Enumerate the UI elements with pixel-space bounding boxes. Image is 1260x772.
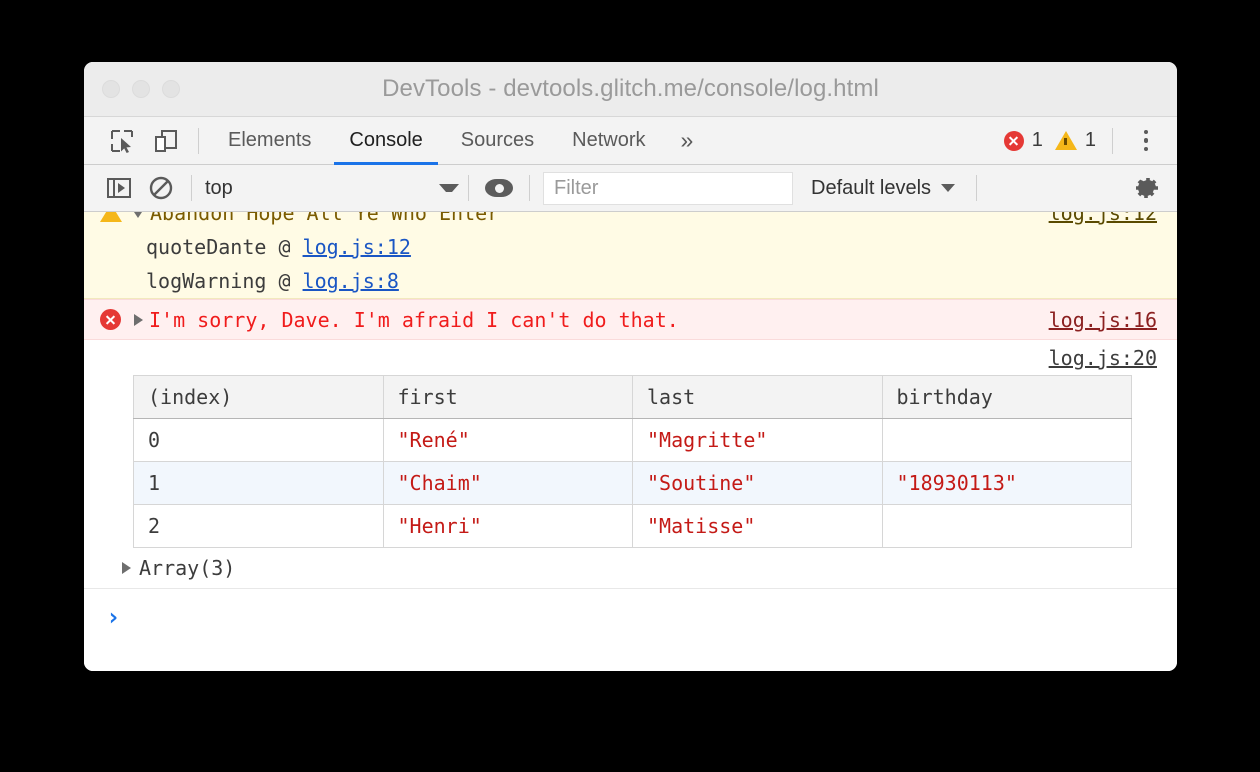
console-toolbar: top Filter Default levels — [84, 165, 1177, 212]
execution-context-selector[interactable]: top — [201, 177, 459, 200]
table-header-first[interactable]: first — [383, 376, 633, 419]
table-row[interactable]: 0 "René" "Magritte" — [134, 419, 1132, 462]
device-toolbar-icon[interactable] — [144, 121, 188, 161]
toolbar-divider — [1112, 128, 1113, 154]
error-message-source-link[interactable]: log.js:16 — [1049, 308, 1177, 332]
error-count-label: 1 — [1032, 129, 1043, 152]
table-message-source-link[interactable]: log.js:20 — [84, 346, 1177, 375]
disclosure-triangle-icon[interactable] — [122, 562, 131, 574]
warning-message-headline-clipped: Abandon Hope All Ye Who Enter log.js:12 — [84, 212, 1177, 230]
zoom-button[interactable] — [162, 80, 180, 98]
array-summary-row[interactable]: Array(3) — [84, 548, 1177, 589]
toolbar-divider — [529, 175, 530, 201]
warning-triangle-icon — [100, 212, 122, 222]
title-bar: DevTools - devtools.glitch.me/console/lo… — [84, 62, 1177, 117]
console-prompt[interactable]: › — [84, 589, 1177, 633]
execution-context-label: top — [205, 177, 233, 200]
error-circle-icon — [100, 309, 121, 330]
tab-elements-label: Elements — [228, 129, 311, 152]
disclosure-triangle-icon[interactable] — [134, 314, 143, 326]
tab-bar-right: 1 1 — [998, 124, 1163, 158]
devtools-tab-bar: Elements Console Sources Network » 1 1 — [84, 117, 1177, 165]
prompt-chevron-icon: › — [106, 603, 120, 631]
console-table-message: log.js:20 (index) first last birthday 0 … — [84, 340, 1177, 589]
inspect-element-icon[interactable] — [100, 121, 144, 161]
table-cell-index: 2 — [134, 505, 384, 548]
table-header-row: (index) first last birthday — [134, 376, 1132, 419]
table-header-index[interactable]: (index) — [134, 376, 384, 419]
chevron-down-icon — [439, 184, 459, 192]
table-cell-birthday — [882, 505, 1132, 548]
table-row[interactable]: 2 "Henri" "Matisse" — [134, 505, 1132, 548]
window-title: DevTools - devtools.glitch.me/console/lo… — [84, 75, 1177, 103]
table-cell-index: 0 — [134, 419, 384, 462]
warning-triangle-icon — [1055, 131, 1077, 150]
table-header-birthday[interactable]: birthday — [882, 376, 1132, 419]
window-controls — [102, 80, 180, 98]
toolbar-divider — [468, 175, 469, 201]
tab-sources[interactable]: Sources — [442, 117, 553, 165]
close-button[interactable] — [102, 80, 120, 98]
console-error-message[interactable]: I'm sorry, Dave. I'm afraid I can't do t… — [84, 299, 1177, 340]
table-cell-first: "Chaim" — [383, 462, 633, 505]
table-cell-first: "Henri" — [383, 505, 633, 548]
console-table[interactable]: (index) first last birthday 0 "René" "Ma… — [133, 375, 1132, 548]
stack-frame-link[interactable]: log.js:8 — [303, 269, 399, 293]
stack-frame-link[interactable]: log.js:12 — [303, 235, 411, 259]
table-cell-index: 1 — [134, 462, 384, 505]
table-cell-last: "Magritte" — [633, 419, 883, 462]
warning-message-source-link[interactable]: log.js:12 — [1049, 212, 1177, 225]
more-tabs-icon[interactable]: » — [665, 127, 710, 154]
tab-console-label: Console — [349, 129, 422, 152]
disclosure-triangle-icon[interactable] — [132, 212, 144, 218]
error-count-badge[interactable]: 1 — [998, 129, 1049, 152]
table-cell-last: "Soutine" — [633, 462, 883, 505]
tab-console[interactable]: Console — [330, 117, 441, 165]
error-circle-icon — [1004, 131, 1024, 151]
panel-tabs: Elements Console Sources Network — [209, 117, 665, 165]
stack-frame-row: quoteDante @ log.js:12 — [84, 230, 1177, 264]
live-expression-eye-icon[interactable] — [478, 169, 520, 207]
toolbar-divider — [191, 175, 192, 201]
clear-console-icon[interactable] — [140, 169, 182, 207]
stack-frame-function: quoteDante @ — [146, 235, 303, 259]
table-header-last[interactable]: last — [633, 376, 883, 419]
tab-sources-label: Sources — [461, 129, 534, 152]
error-message-text: I'm sorry, Dave. I'm afraid I can't do t… — [149, 308, 679, 332]
log-levels-dropdown[interactable]: Default levels — [799, 177, 967, 200]
filter-input[interactable]: Filter — [543, 172, 793, 205]
array-summary-label: Array(3) — [139, 556, 235, 580]
toolbar-divider — [976, 175, 977, 201]
table-row[interactable]: 1 "Chaim" "Soutine" "18930113" — [134, 462, 1132, 505]
tab-network[interactable]: Network — [553, 117, 664, 165]
table-cell-birthday: "18930113" — [882, 462, 1132, 505]
show-console-sidebar-icon[interactable] — [98, 169, 140, 207]
warning-count-label: 1 — [1085, 129, 1096, 152]
devtools-window: DevTools - devtools.glitch.me/console/lo… — [84, 62, 1177, 671]
minimize-button[interactable] — [132, 80, 150, 98]
table-cell-first: "René" — [383, 419, 633, 462]
console-warning-message[interactable]: Abandon Hope All Ye Who Enter log.js:12 … — [84, 212, 1177, 299]
toolbar-divider — [198, 128, 199, 154]
table-cell-birthday — [882, 419, 1132, 462]
warning-count-badge[interactable]: 1 — [1049, 129, 1102, 152]
console-message-list[interactable]: Abandon Hope All Ye Who Enter log.js:12 … — [84, 212, 1177, 671]
warning-message-text: Abandon Hope All Ye Who Enter — [150, 212, 499, 225]
filter-placeholder: Filter — [554, 177, 598, 200]
tab-elements[interactable]: Elements — [209, 117, 330, 165]
chevron-down-icon — [941, 184, 955, 192]
table-cell-last: "Matisse" — [633, 505, 883, 548]
gear-icon[interactable] — [1133, 174, 1165, 202]
tab-network-label: Network — [572, 129, 645, 152]
kebab-menu-icon[interactable] — [1129, 124, 1163, 158]
log-levels-label: Default levels — [811, 177, 931, 200]
stack-frame-row: logWarning @ log.js:8 — [84, 264, 1177, 298]
stack-frame-function: logWarning @ — [146, 269, 303, 293]
